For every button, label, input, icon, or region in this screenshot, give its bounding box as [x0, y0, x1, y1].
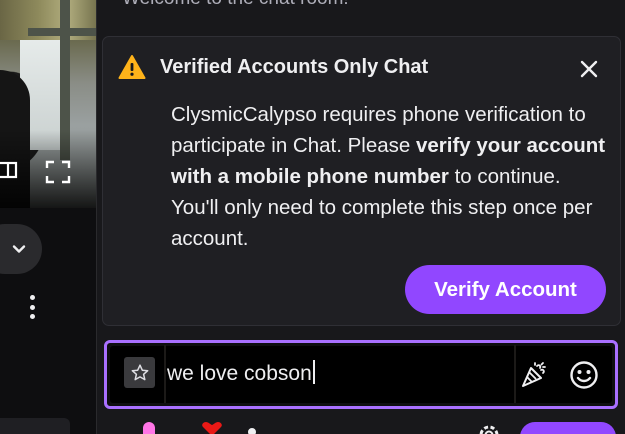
channel-panel-edge [0, 418, 70, 434]
notice-title: Verified Accounts Only Chat [160, 56, 429, 78]
input-divider-left [164, 345, 166, 403]
input-divider-right [514, 345, 516, 403]
emote-smiley-icon [570, 361, 598, 389]
video-window-bar [28, 28, 96, 36]
points-icon[interactable] [248, 428, 256, 434]
chat-identity-button[interactable] [124, 357, 155, 388]
close-icon [580, 60, 598, 78]
video-player[interactable] [0, 0, 96, 208]
chat-input-text[interactable]: we love cobson [167, 360, 315, 387]
verify-account-button[interactable]: Verify Account [405, 265, 606, 314]
stream-viewport: Welcome to the chat room! Verified Accou… [0, 0, 625, 434]
text-cursor [312, 360, 315, 384]
heart-icon[interactable] [200, 422, 224, 434]
more-options-icon[interactable] [24, 292, 40, 322]
close-notice-button[interactable] [574, 54, 604, 84]
chat-send-button[interactable] [520, 422, 616, 434]
star-icon [131, 363, 148, 380]
bits-cheer-icon[interactable] [519, 360, 549, 390]
chat-input-value: we love cobson [167, 362, 312, 385]
theatre-mode-icon[interactable] [0, 160, 18, 180]
badge-icon[interactable] [143, 422, 155, 434]
warning-icon [118, 54, 146, 80]
fullscreen-icon[interactable] [45, 160, 71, 184]
chevron-down-icon [12, 245, 26, 253]
player-column [0, 0, 96, 434]
emote-picker-button[interactable] [568, 359, 600, 391]
collapse-info-button[interactable] [0, 224, 42, 274]
notice-message: ClysmicCalypso requires phone verificati… [171, 99, 609, 254]
gear-icon[interactable] [476, 422, 502, 434]
chat-welcome-message: Welcome to the chat room! [122, 0, 349, 10]
